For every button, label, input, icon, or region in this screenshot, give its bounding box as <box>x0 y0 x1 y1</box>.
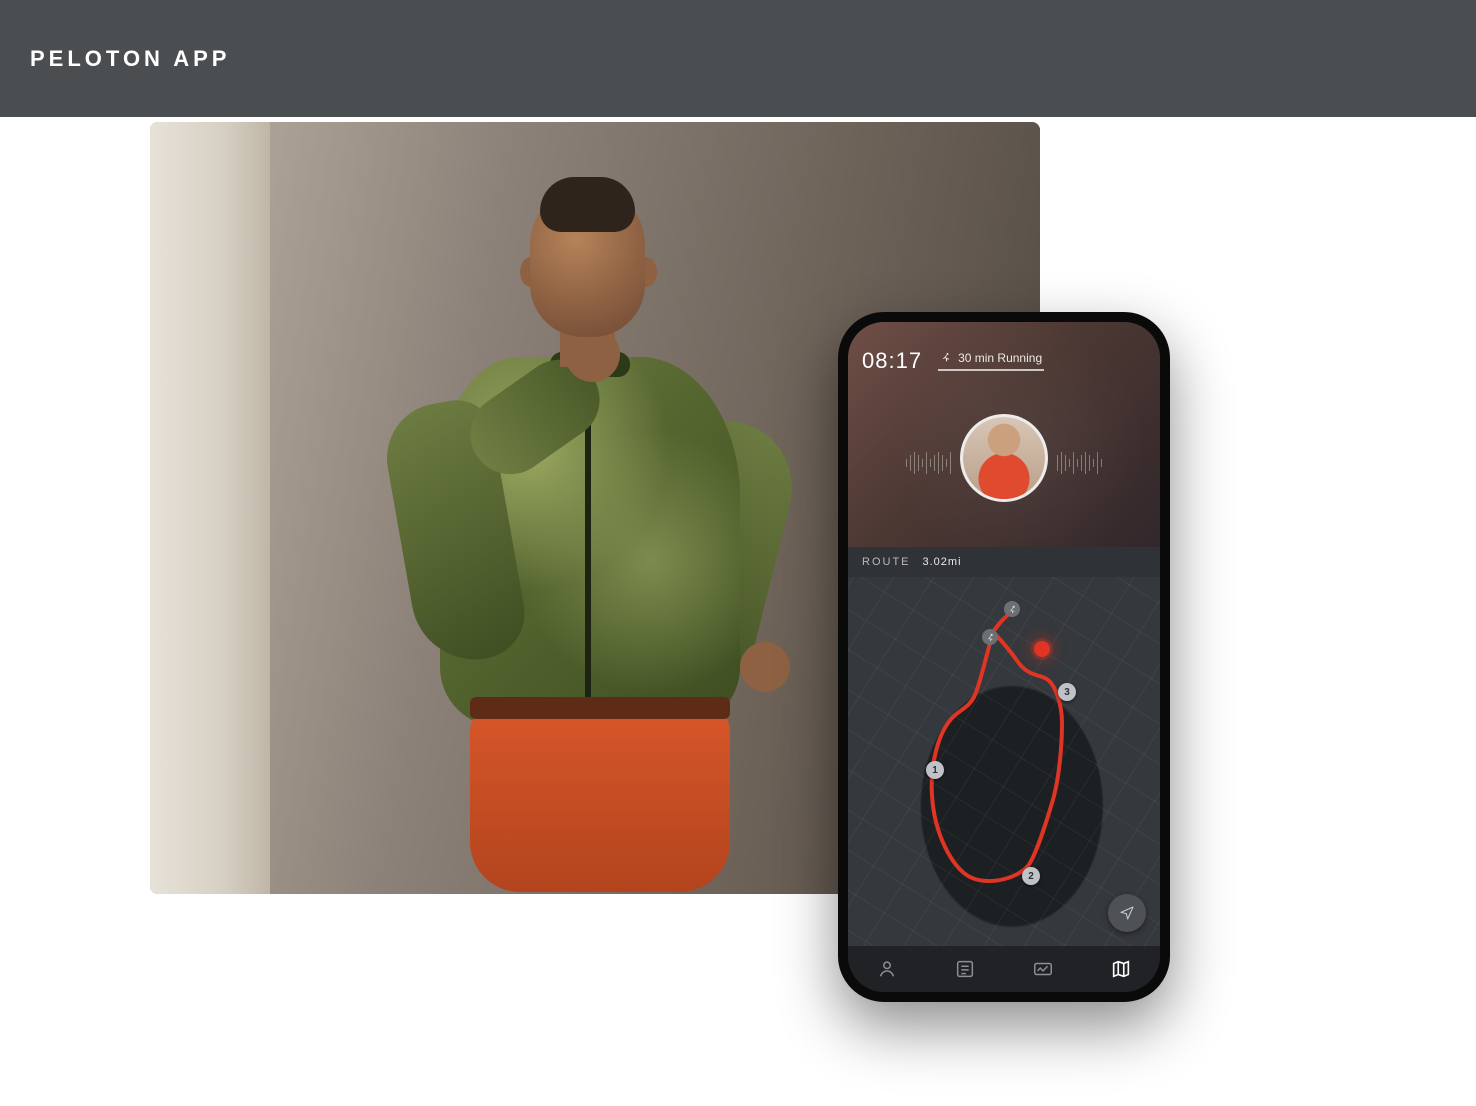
map-icon <box>1110 958 1132 980</box>
runner-position-icon <box>982 629 998 645</box>
hero-area: 08:17 30 min Running <box>0 117 1476 1106</box>
feed-icon <box>954 958 976 980</box>
route-waypoint-1: 1 <box>926 761 944 779</box>
tab-stats[interactable] <box>1030 956 1056 982</box>
runner-icon <box>940 352 952 364</box>
phone-tabbar <box>848 946 1160 992</box>
photo-pillar <box>150 122 270 894</box>
route-waypoint-2: 2 <box>1022 867 1040 885</box>
workout-elapsed-time: 08:17 <box>862 348 922 374</box>
route-start-icon <box>1004 601 1020 617</box>
tab-feed[interactable] <box>952 956 978 982</box>
workout-label: 30 min Running <box>958 351 1042 365</box>
route-map[interactable]: 1 2 3 <box>848 577 1160 946</box>
route-live-dot <box>1034 641 1050 657</box>
instructor-avatar[interactable] <box>963 417 1045 499</box>
tab-map[interactable] <box>1108 956 1134 982</box>
route-path <box>848 577 1160 946</box>
banner-title: PELOTON APP <box>30 46 230 72</box>
recenter-button[interactable] <box>1108 894 1146 932</box>
locate-icon <box>1119 905 1135 921</box>
route-distance: 3.02mi <box>923 556 962 568</box>
workout-pane[interactable]: 08:17 30 min Running <box>848 322 1160 547</box>
photo-runner <box>360 162 820 882</box>
phone-screen: 08:17 30 min Running <box>848 322 1160 992</box>
stats-icon <box>1032 958 1054 980</box>
route-info-bar: ROUTE 3.02mi <box>848 547 1160 577</box>
top-banner: PELOTON APP <box>0 0 1476 117</box>
route-label: ROUTE <box>862 556 911 568</box>
phone-mockup: 08:17 30 min Running <box>838 312 1170 1002</box>
tab-profile[interactable] <box>874 956 900 982</box>
route-waypoint-3: 3 <box>1058 683 1076 701</box>
profile-icon <box>876 958 898 980</box>
instructor-avatar-image <box>963 417 1045 499</box>
workout-label-chip[interactable]: 30 min Running <box>938 351 1044 371</box>
